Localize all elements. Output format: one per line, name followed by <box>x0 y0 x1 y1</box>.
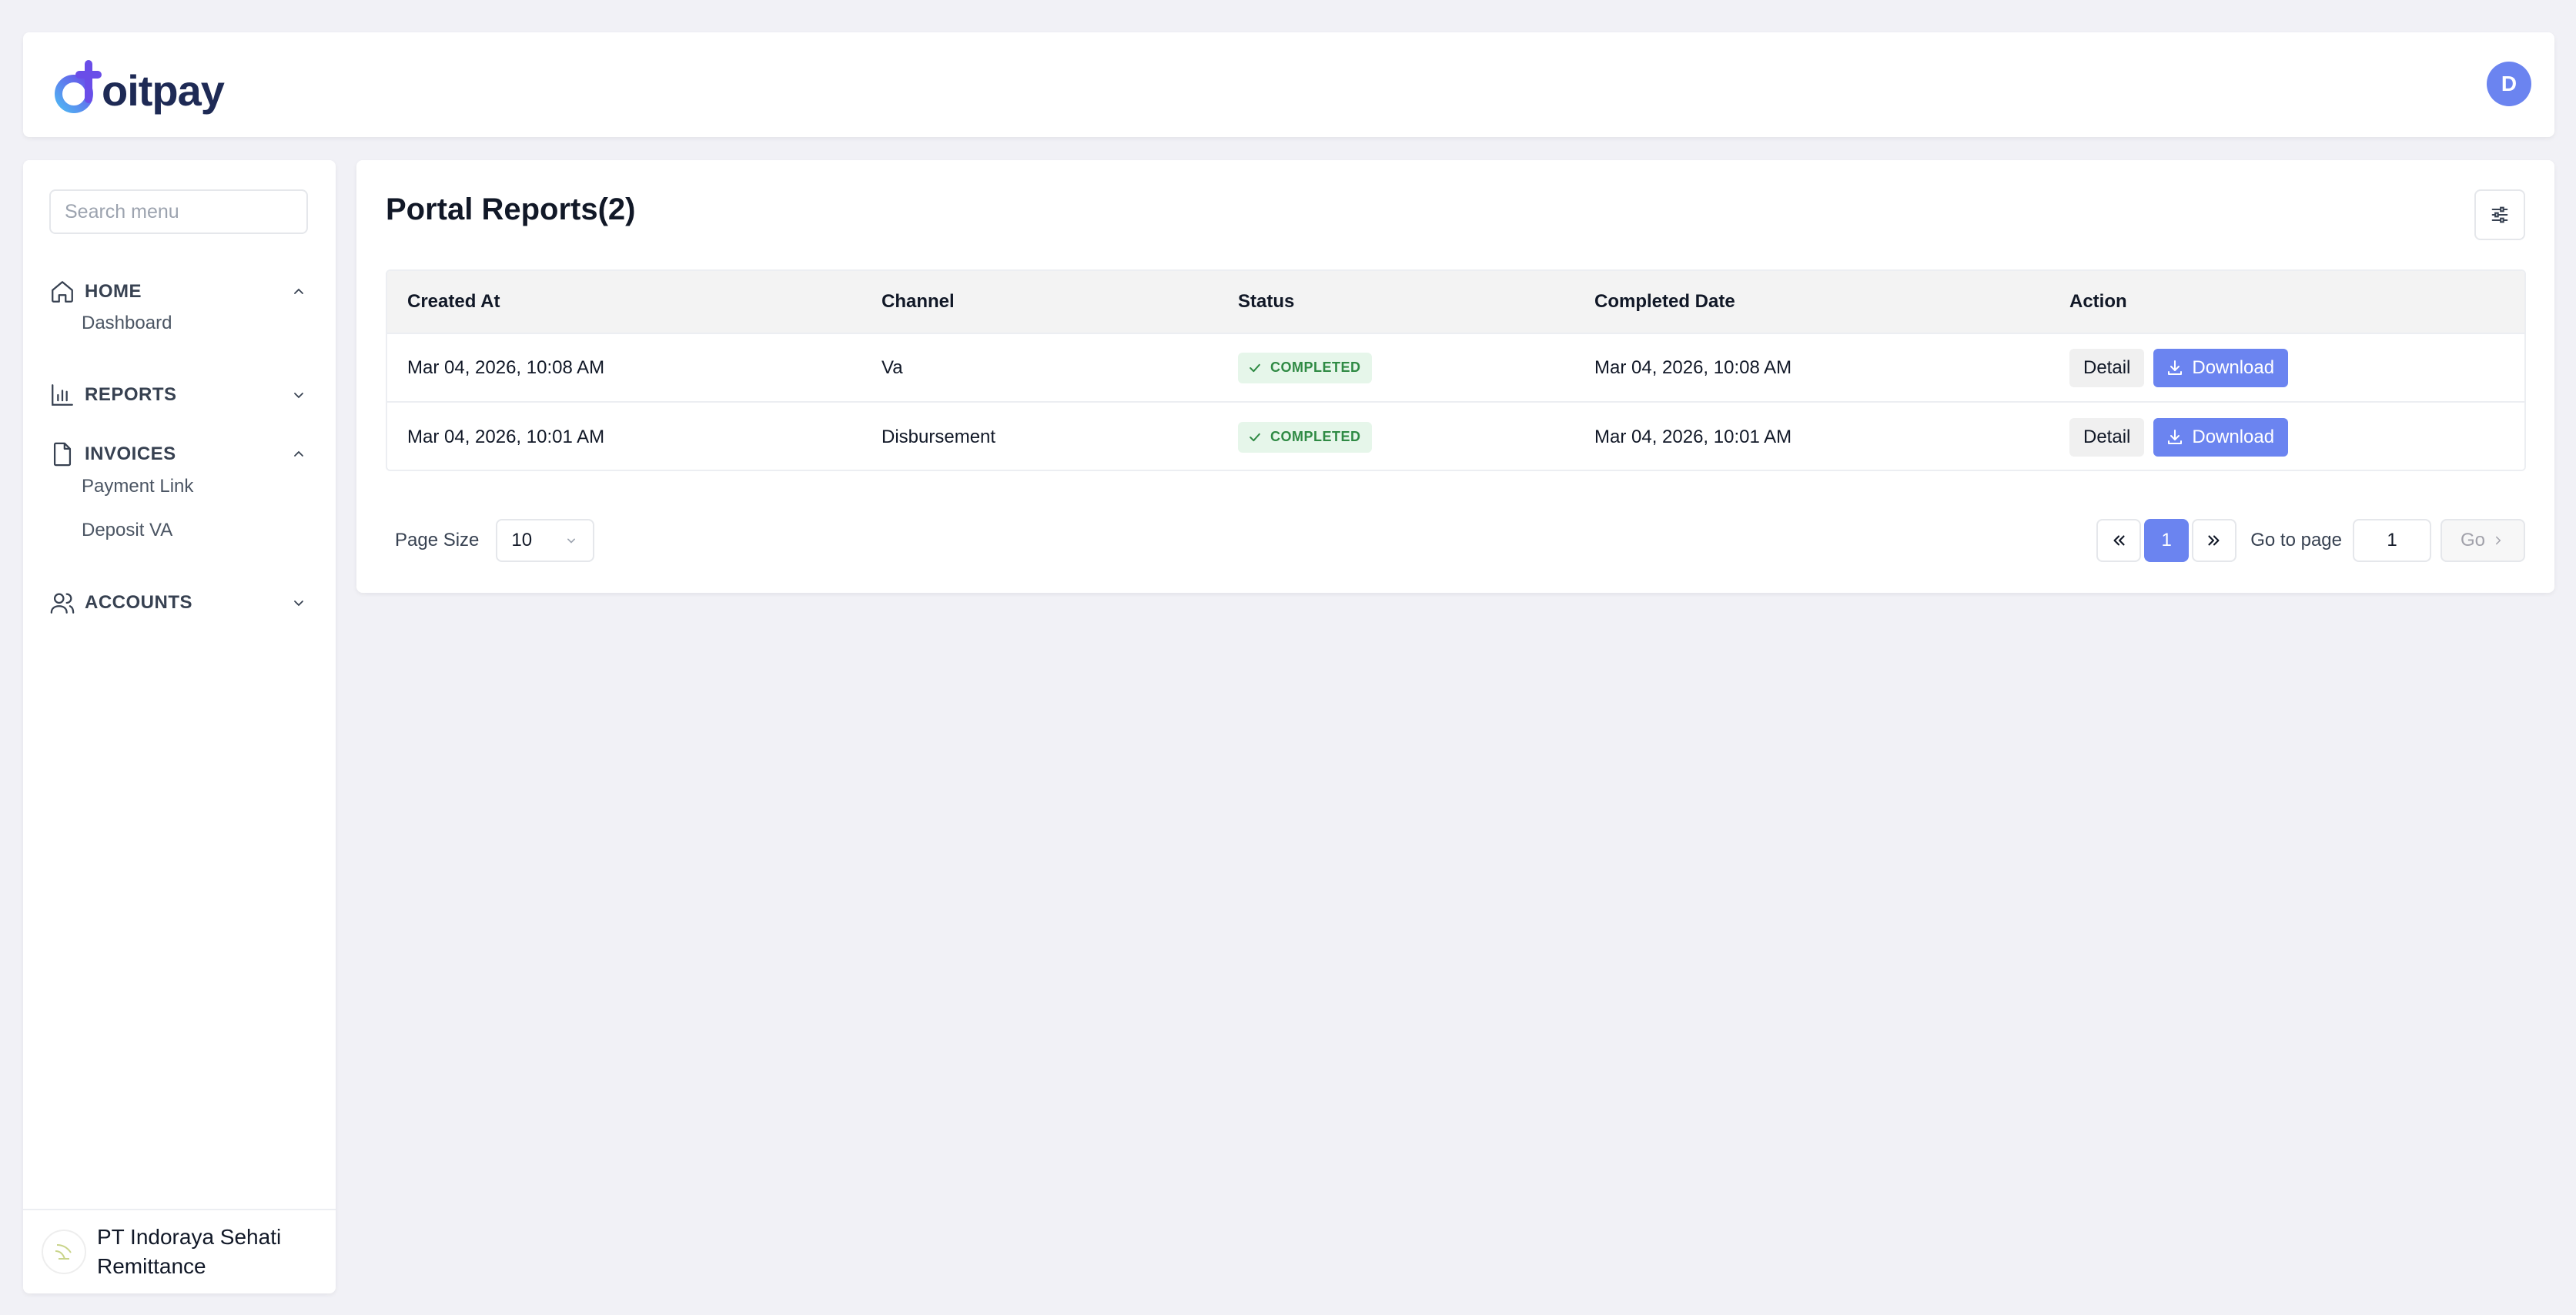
sidebar-group-label: ACCOUNTS <box>85 592 192 613</box>
detail-button[interactable]: Detail <box>2069 348 2145 387</box>
sliders-icon <box>2491 206 2508 223</box>
column-header-created-at[interactable]: Created At <box>407 271 500 333</box>
page-size-label: Page Size <box>395 530 480 550</box>
doitpay-logo[interactable]: oitpay <box>51 55 225 117</box>
cell-status: COMPLETED <box>1238 403 1372 470</box>
detail-button[interactable]: Detail <box>2069 417 2145 457</box>
column-header-channel[interactable]: Channel <box>882 271 955 333</box>
column-header-completed-date[interactable]: Completed Date <box>1594 271 1735 333</box>
first-page-button[interactable] <box>2096 519 2142 562</box>
pagination: 1 Go to page Go <box>2096 519 2525 562</box>
chevrons-right-icon <box>2208 535 2220 546</box>
download-button-label: Download <box>2192 426 2275 447</box>
status-badge-label: COMPLETED <box>1270 360 1361 375</box>
cell-action: Detail Download <box>2069 334 2289 401</box>
chevron-up-icon <box>294 288 303 294</box>
chevron-right-icon <box>2496 536 2501 545</box>
check-icon <box>1250 433 1260 441</box>
table-row: Mar 04, 2026, 10:01 AM Disbursement COMP… <box>387 403 2524 470</box>
chevron-down-icon <box>294 393 303 399</box>
download-button[interactable]: Download <box>2153 417 2289 457</box>
users-icon <box>50 593 75 614</box>
sidebar-group-reports[interactable]: REPORTS <box>49 376 308 414</box>
go-to-page-label: Go to page <box>2250 530 2342 550</box>
status-badge-label: COMPLETED <box>1270 429 1361 444</box>
status-badge: COMPLETED <box>1238 352 1372 383</box>
sidebar-item-deposit-va[interactable]: Deposit VA <box>82 520 172 541</box>
cell-status: COMPLETED <box>1238 334 1372 401</box>
download-button-label: Download <box>2192 356 2275 378</box>
sidebar-group-accounts[interactable]: ACCOUNTS <box>49 584 308 622</box>
top-header: oitpay D <box>23 32 2554 137</box>
chevron-down-icon <box>294 601 303 607</box>
document-icon <box>53 442 72 467</box>
logo-mark-icon <box>51 57 108 115</box>
reports-table: Created At Channel Status Completed Date… <box>386 269 2526 471</box>
download-icon <box>2168 429 2183 444</box>
cell-created-at: Mar 04, 2026, 10:01 AM <box>407 426 605 447</box>
page-number-button[interactable]: 1 <box>2144 519 2190 562</box>
chevron-up-icon <box>294 450 303 457</box>
status-badge: COMPLETED <box>1238 421 1372 453</box>
home-icon <box>52 281 73 303</box>
cell-completed-date: Mar 04, 2026, 10:01 AM <box>1594 426 1792 447</box>
main-panel: Portal Reports(2) Created At Channel Sta… <box>356 160 2554 593</box>
column-header-action: Action <box>2069 291 2127 312</box>
filter-button[interactable] <box>2474 189 2525 240</box>
company-info: PT Indoraya Sehati Remittance <box>23 1209 336 1293</box>
table-header: Created At Channel Status Completed Date… <box>387 271 2524 334</box>
company-logo-icon <box>42 1230 86 1274</box>
page-size-value: 10 <box>511 530 533 550</box>
sidebar-group-label: HOME <box>85 281 142 302</box>
check-icon <box>1250 363 1260 372</box>
table-row: Mar 04, 2026, 10:08 AM Va COMPLETED Mar … <box>387 334 2524 403</box>
last-page-button[interactable] <box>2192 519 2237 562</box>
download-icon <box>2168 360 2183 375</box>
page-title: Portal Reports(2) <box>386 192 636 226</box>
chevron-down-icon <box>567 538 576 544</box>
cell-action: Detail Download <box>2069 403 2289 470</box>
sidebar-item-dashboard[interactable]: Dashboard <box>82 313 172 334</box>
go-button-label: Go <box>2460 530 2485 550</box>
cell-channel: Disbursement <box>882 426 996 447</box>
logo-text: oitpay <box>102 65 225 115</box>
sidebar-group-home[interactable]: HOME <box>49 273 308 311</box>
sidebar-item-payment-link[interactable]: Payment Link <box>82 476 193 497</box>
cell-completed-date: Mar 04, 2026, 10:08 AM <box>1594 356 1792 378</box>
chevrons-left-icon <box>2113 535 2125 546</box>
go-to-page-input[interactable] <box>2353 519 2431 562</box>
page-size-select[interactable]: 10 <box>496 519 595 562</box>
sidebar-group-label: REPORTS <box>85 384 177 405</box>
search-menu-input[interactable] <box>49 189 308 234</box>
sidebar-group-label: INVOICES <box>85 443 176 464</box>
cell-channel: Va <box>882 356 903 378</box>
company-name: PT Indoraya Sehati Remittance <box>97 1225 282 1278</box>
download-button[interactable]: Download <box>2153 348 2289 387</box>
user-avatar[interactable]: D <box>2487 62 2531 106</box>
bar-chart-icon <box>52 384 73 406</box>
sidebar: HOME Dashboard REPORTS INVOICES Payment … <box>23 160 336 1293</box>
go-button[interactable]: Go <box>2441 519 2525 562</box>
page-size-control: Page Size 10 <box>395 519 595 562</box>
cell-created-at: Mar 04, 2026, 10:08 AM <box>407 356 605 378</box>
sidebar-group-invoices[interactable]: INVOICES <box>49 435 308 473</box>
column-header-status[interactable]: Status <box>1238 271 1294 333</box>
